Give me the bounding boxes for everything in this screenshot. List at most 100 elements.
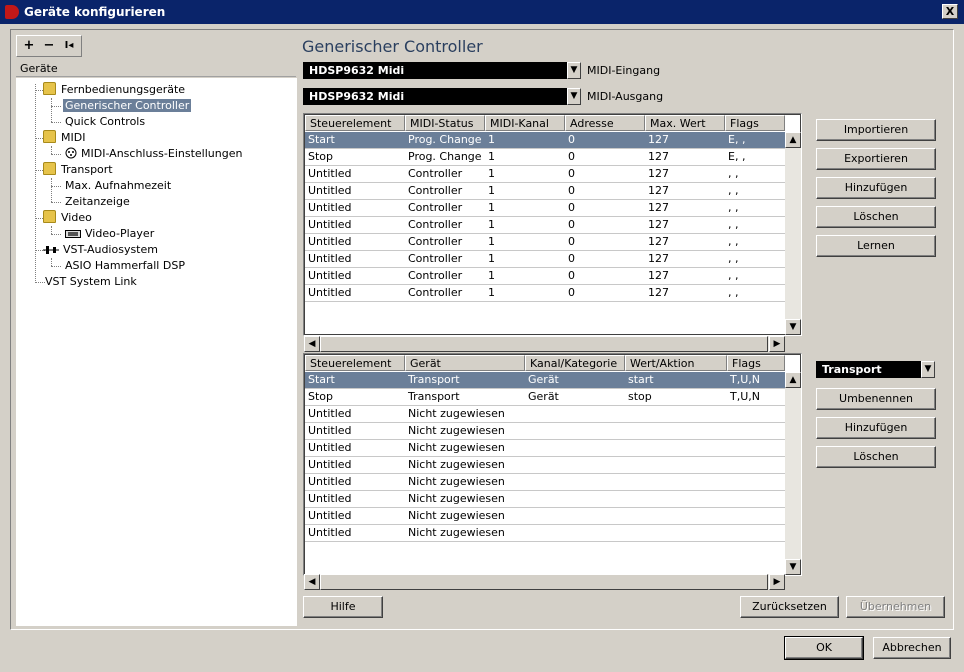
table-cell[interactable]: 127 [645, 149, 725, 165]
table-cell[interactable]: , , [725, 217, 785, 233]
table-cell[interactable] [525, 508, 625, 524]
add-bank-button[interactable]: Hinzufügen [816, 417, 936, 439]
table-cell[interactable]: Untitled [305, 423, 405, 439]
table-cell[interactable]: 0 [565, 200, 645, 216]
table-cell[interactable]: Controller [405, 166, 485, 182]
table-cell[interactable]: Controller [405, 183, 485, 199]
table-cell[interactable]: 1 [485, 217, 565, 233]
table-cell[interactable]: 1 [485, 166, 565, 182]
table-cell[interactable]: , , [725, 183, 785, 199]
table-cell[interactable]: Nicht zugewiesen [405, 508, 525, 524]
midi-input-dropdown[interactable]: HDSP9632 Midi ▼ [303, 62, 581, 79]
table-cell[interactable]: E, , [725, 149, 785, 165]
table-cell[interactable]: 1 [485, 251, 565, 267]
table-cell[interactable]: Untitled [305, 251, 405, 267]
tree-item-midi-port-setup[interactable]: MIDI-Anschluss-Einstellungen [65, 146, 242, 162]
tree-item-quick-controls[interactable]: Quick Controls [65, 114, 145, 130]
table-cell[interactable] [525, 440, 625, 456]
controller-table-hscroll[interactable]: ◀ ▶ [304, 336, 785, 352]
table-cell[interactable]: 127 [645, 183, 725, 199]
assignment-row[interactable]: Untitled Nicht zugewiesen [305, 440, 785, 457]
assignment-row[interactable]: Untitled Nicht zugewiesen [305, 406, 785, 423]
table-cell[interactable]: 0 [565, 268, 645, 284]
table-cell[interactable] [727, 423, 785, 439]
column-header[interactable]: Steuerelement [305, 115, 405, 131]
reset-device-button[interactable]: I◂ [60, 37, 78, 55]
export-button[interactable]: Exportieren [816, 148, 936, 170]
tree-item-video-player[interactable]: Video-Player [65, 226, 154, 242]
tree-item-asio-driver[interactable]: ASIO Hammerfall DSP [65, 258, 185, 274]
scroll-down-icon[interactable]: ▼ [785, 559, 801, 575]
table-cell[interactable]: 0 [565, 166, 645, 182]
assignment-table-hscroll[interactable]: ◀ ▶ [304, 574, 785, 590]
table-cell[interactable]: Untitled [305, 217, 405, 233]
table-cell[interactable]: 1 [485, 285, 565, 301]
table-cell[interactable] [525, 406, 625, 422]
table-cell[interactable]: Untitled [305, 166, 405, 182]
bank-dropdown[interactable]: Transport ▼ [816, 361, 935, 378]
table-cell[interactable]: Transport [405, 372, 525, 388]
controller-row[interactable]: Untitled Controller 1 0 127, , [305, 251, 785, 268]
table-cell[interactable]: Untitled [305, 525, 405, 541]
table-cell[interactable]: 0 [565, 251, 645, 267]
table-cell[interactable]: T,U,N [727, 372, 785, 388]
table-cell[interactable]: , , [725, 200, 785, 216]
table-cell[interactable]: 1 [485, 132, 565, 148]
table-cell[interactable]: Prog. Change [405, 149, 485, 165]
table-cell[interactable]: Controller [405, 234, 485, 250]
table-cell[interactable]: Nicht zugewiesen [405, 491, 525, 507]
table-cell[interactable]: Stop [305, 149, 405, 165]
add-device-button[interactable]: + [20, 37, 38, 55]
table-cell[interactable] [625, 440, 727, 456]
table-cell[interactable]: Controller [405, 285, 485, 301]
scroll-left-icon[interactable]: ◀ [304, 336, 320, 352]
table-cell[interactable]: Start [305, 132, 405, 148]
table-cell[interactable] [625, 525, 727, 541]
table-cell[interactable]: Controller [405, 217, 485, 233]
controller-row[interactable]: Untitled Controller 1 0 127, , [305, 200, 785, 217]
table-cell[interactable]: , , [725, 268, 785, 284]
table-cell[interactable]: Nicht zugewiesen [405, 457, 525, 473]
table-cell[interactable] [525, 474, 625, 490]
tree-item-vst-system-link[interactable]: VST System Link [45, 274, 137, 290]
table-cell[interactable] [727, 457, 785, 473]
table-cell[interactable] [727, 474, 785, 490]
controller-row[interactable]: Untitled Controller 1 0 127, , [305, 234, 785, 251]
table-cell[interactable] [727, 406, 785, 422]
assignment-row[interactable]: Stop Transport Gerät stop T,U,N [305, 389, 785, 406]
table-cell[interactable]: 1 [485, 234, 565, 250]
tree-item-time-display[interactable]: Zeitanzeige [65, 194, 130, 210]
column-header[interactable]: MIDI-Status [405, 115, 485, 131]
cancel-button[interactable]: Abbrechen [873, 637, 951, 659]
help-button[interactable]: Hilfe [303, 596, 383, 618]
controller-table-vscroll[interactable]: ▲ ▼ [785, 132, 801, 335]
table-cell[interactable]: 0 [565, 285, 645, 301]
reset-button[interactable]: Zurücksetzen [740, 596, 839, 618]
controller-row[interactable]: Stop Prog. Change 1 0 127 E, , [305, 149, 785, 166]
table-cell[interactable]: 1 [485, 200, 565, 216]
delete-bank-button[interactable]: Löschen [816, 446, 936, 468]
column-header[interactable]: Flags [727, 355, 785, 371]
table-cell[interactable]: 127 [645, 234, 725, 250]
assignment-row[interactable]: Untitled Nicht zugewiesen [305, 491, 785, 508]
scroll-thumb[interactable] [320, 336, 768, 352]
column-header[interactable]: Wert/Aktion [625, 355, 727, 371]
column-header[interactable]: Adresse [565, 115, 645, 131]
table-cell[interactable]: Untitled [305, 268, 405, 284]
midi-output-dropdown[interactable]: HDSP9632 Midi ▼ [303, 88, 581, 105]
table-cell[interactable]: Untitled [305, 183, 405, 199]
table-cell[interactable]: Transport [405, 389, 525, 405]
tree-item-transport[interactable]: Transport [43, 162, 113, 178]
apply-button[interactable]: Übernehmen [846, 596, 945, 618]
scroll-up-icon[interactable]: ▲ [785, 132, 801, 148]
table-cell[interactable]: Untitled [305, 285, 405, 301]
table-cell[interactable]: Untitled [305, 440, 405, 456]
table-cell[interactable]: 1 [485, 183, 565, 199]
scroll-right-icon[interactable]: ▶ [769, 336, 785, 352]
table-cell[interactable]: 0 [565, 217, 645, 233]
scroll-thumb[interactable] [320, 574, 768, 590]
table-cell[interactable]: Gerät [525, 372, 625, 388]
learn-button[interactable]: Lernen [816, 235, 936, 257]
controller-row[interactable]: Untitled Controller 1 0 127, , [305, 268, 785, 285]
table-cell[interactable] [727, 491, 785, 507]
